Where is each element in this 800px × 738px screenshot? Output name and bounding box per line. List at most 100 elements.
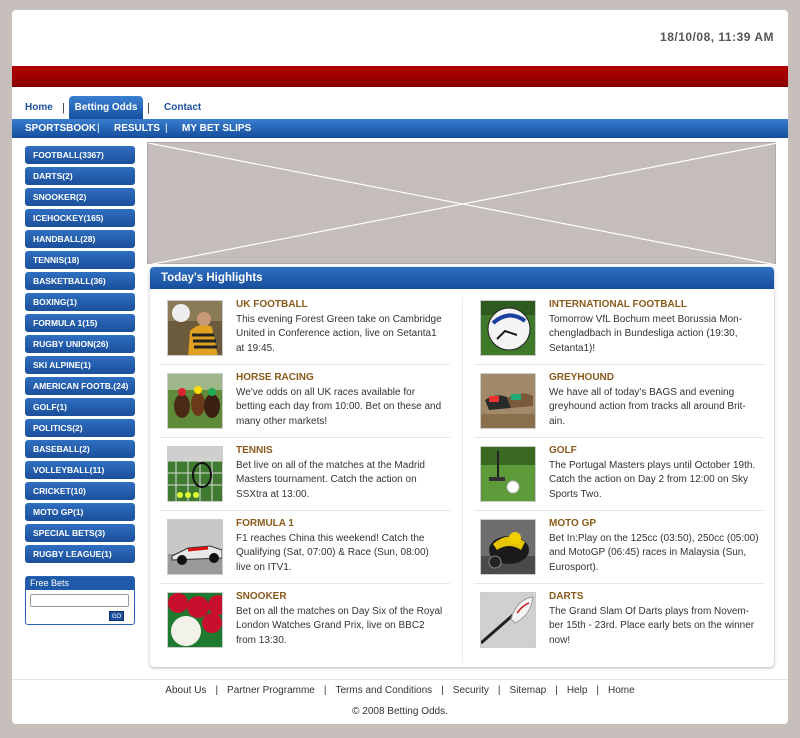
sidebar-item-baseball[interactable]: BASEBALL(2) [25, 440, 135, 458]
highlight-item: DARTS The Grand Slam Of Darts plays from… [463, 583, 774, 657]
subnav-sportsbook[interactable]: SPORTSBOOK [25, 119, 96, 138]
highlight-title[interactable]: DARTS [549, 591, 583, 602]
highlight-item: GOLF The Portugal Masters plays until Oc… [463, 437, 774, 511]
subnav-separator: | [97, 123, 100, 134]
footer-separator: | [596, 685, 600, 696]
page-container: 18/10/08, 11:39 AM Home | Betting Odds |… [12, 10, 788, 724]
footer-separator: | [215, 685, 219, 696]
nav-separator: | [62, 102, 65, 114]
sidebar-item-special-bets[interactable]: SPECIAL BETS(3) [25, 524, 135, 542]
highlight-item: INTERNATIONAL FOOTBALL Tomorrow VfL Boch… [463, 291, 774, 365]
highlight-title[interactable]: MOTO GP [549, 518, 596, 529]
greyhound-image[interactable] [480, 373, 536, 429]
highlight-text: Bet In:Play on the 125cc (03:50), 250cc … [549, 533, 759, 573]
highlight-title[interactable]: UK FOOTBALL [236, 299, 308, 310]
sidebar-item-darts[interactable]: DARTS(2) [25, 167, 135, 185]
footer-divider [12, 679, 788, 680]
footer-link-security[interactable]: Security [453, 685, 489, 696]
football-player-image[interactable] [167, 300, 223, 356]
footer-link-terms[interactable]: Terms and Conditions [335, 685, 432, 696]
footer-link-partner-programme[interactable]: Partner Programme [227, 685, 315, 696]
todays-highlights-panel: Today's Highlights UK FOOTBALL This even… [150, 267, 774, 667]
highlight-text: The Grand Slam Of Darts plays from Novem… [549, 606, 755, 646]
snooker-balls-image[interactable] [167, 592, 223, 648]
copyright-text: © 2008 Betting Odds. [352, 706, 448, 717]
nav-betting-odds[interactable]: Betting Odds [69, 96, 143, 120]
sidebar-item-rugby-union[interactable]: RUGBY UNION(26) [25, 335, 135, 353]
footer-link-about-us[interactable]: About Us [165, 685, 206, 696]
nav-contact[interactable]: Contact [164, 96, 201, 120]
highlight-item: HORSE RACING We've odds on all UK races … [150, 364, 462, 438]
sidebar-item-football[interactable]: FOOTBALL(3367) [25, 146, 135, 164]
footer-links: About Us | Partner Programme | Terms and Con… [12, 685, 788, 696]
sidebar-item-snooker[interactable]: SNOOKER(2) [25, 188, 135, 206]
highlight-title[interactable]: FORMULA 1 [236, 518, 294, 529]
highlight-text: F1 reaches China this weekend! Catch the… [236, 533, 429, 573]
subnav-results[interactable]: RESULTS [114, 119, 160, 138]
f1-car-image[interactable] [167, 519, 223, 575]
footer-link-help[interactable]: Help [567, 685, 588, 696]
sidebar-item-formula-1[interactable]: FORMULA 1(15) [25, 314, 135, 332]
footer-link-home[interactable]: Home [608, 685, 635, 696]
highlight-item: GREYHOUND We have all of today's BAGS an… [463, 364, 774, 438]
free-bets-input[interactable] [30, 594, 129, 607]
sidebar-item-handball[interactable]: HANDBALL(28) [25, 230, 135, 248]
footer-link-sitemap[interactable]: Sitemap [510, 685, 547, 696]
soccer-ball-image[interactable] [480, 300, 536, 356]
sidebar-item-american-football[interactable]: AMERICAN FOOTB.(24) [25, 377, 135, 395]
highlight-title[interactable]: HORSE RACING [236, 372, 314, 383]
highlights-title: Today's Highlights [150, 267, 774, 289]
header-red-bar [12, 66, 788, 87]
subnav-separator: | [165, 123, 168, 134]
sidebar-item-icehockey[interactable]: ICEHOCKEY(165) [25, 209, 135, 227]
highlight-title[interactable]: TENNIS [236, 445, 273, 456]
sidebar-item-cricket[interactable]: CRICKET(10) [25, 482, 135, 500]
highlight-title[interactable]: SNOOKER [236, 591, 287, 602]
highlight-text: We've odds on all UK races available for… [236, 387, 442, 427]
top-nav: Home | Betting Odds | Contact [12, 96, 788, 120]
nav-home[interactable]: Home [25, 96, 53, 120]
highlight-text: Bet on all the matches on Day Six of the… [236, 606, 443, 646]
horse-racing-image[interactable] [167, 373, 223, 429]
free-bets-box: Free Bets GO [25, 576, 135, 625]
footer-separator: | [441, 685, 444, 696]
sidebar-item-volleyball[interactable]: VOLLEYBALL(11) [25, 461, 135, 479]
highlight-text: Tomorrow VfL Bochum meet Borussia Mon-ch… [549, 314, 743, 354]
sidebar-item-tennis[interactable]: TENNIS(18) [25, 251, 135, 269]
subnav-my-bet-slips[interactable]: MY BET SLIPS [182, 119, 251, 138]
nav-separator: | [147, 102, 150, 114]
highlight-text: Bet live on all of the matches at the Ma… [236, 460, 425, 500]
go-button[interactable]: GO [109, 611, 124, 621]
highlight-text: The Portugal Masters plays until October… [549, 460, 756, 500]
footer-separator: | [555, 685, 558, 696]
banner-placeholder [147, 142, 777, 265]
highlight-item: FORMULA 1 F1 reaches China this weekend!… [150, 510, 462, 584]
footer-separator: | [323, 685, 327, 696]
golf-image[interactable] [480, 446, 536, 502]
sidebar-item-rugby-league[interactable]: RUGBY LEAGUE(1) [25, 545, 135, 563]
sidebar-item-moto-gp[interactable]: MOTO GP(1) [25, 503, 135, 521]
highlight-item: SNOOKER Bet on all the matches on Day Si… [150, 583, 462, 657]
sidebar-item-boxing[interactable]: BOXING(1) [25, 293, 135, 311]
darts-image[interactable] [480, 592, 536, 648]
sidebar-item-basketball[interactable]: BASKETBALL(36) [25, 272, 135, 290]
highlight-text: We have all of today's BAGS and evening … [549, 387, 746, 427]
highlight-title[interactable]: GOLF [549, 445, 577, 456]
tennis-image[interactable] [167, 446, 223, 502]
free-bets-title: Free Bets [26, 577, 134, 590]
placeholder-cross-icon [148, 143, 777, 265]
sidebar-item-golf[interactable]: GOLF(1) [25, 398, 135, 416]
highlight-item: TENNIS Bet live on all of the matches at… [150, 437, 462, 511]
highlight-item: MOTO GP Bet In:Play on the 125cc (03:50)… [463, 510, 774, 584]
highlight-item: UK FOOTBALL This evening Forest Green ta… [150, 291, 462, 365]
date-time: 18/10/08, 11:39 AM [660, 30, 774, 44]
highlight-title[interactable]: INTERNATIONAL FOOTBALL [549, 299, 687, 310]
sidebar-item-politics[interactable]: POLITICS(2) [25, 419, 135, 437]
sports-sidebar: FOOTBALL(3367) DARTS(2) SNOOKER(2) ICEHO… [25, 146, 135, 566]
sidebar-item-ski-alpine[interactable]: SKI ALPINE(1) [25, 356, 135, 374]
highlight-title[interactable]: GREYHOUND [549, 372, 614, 383]
sub-nav: SPORTSBOOK | RESULTS | MY BET SLIPS [12, 119, 788, 138]
highlight-text: This evening Forest Green take on Cambri… [236, 314, 442, 354]
motogp-image[interactable] [480, 519, 536, 575]
footer-separator: | [497, 685, 501, 696]
